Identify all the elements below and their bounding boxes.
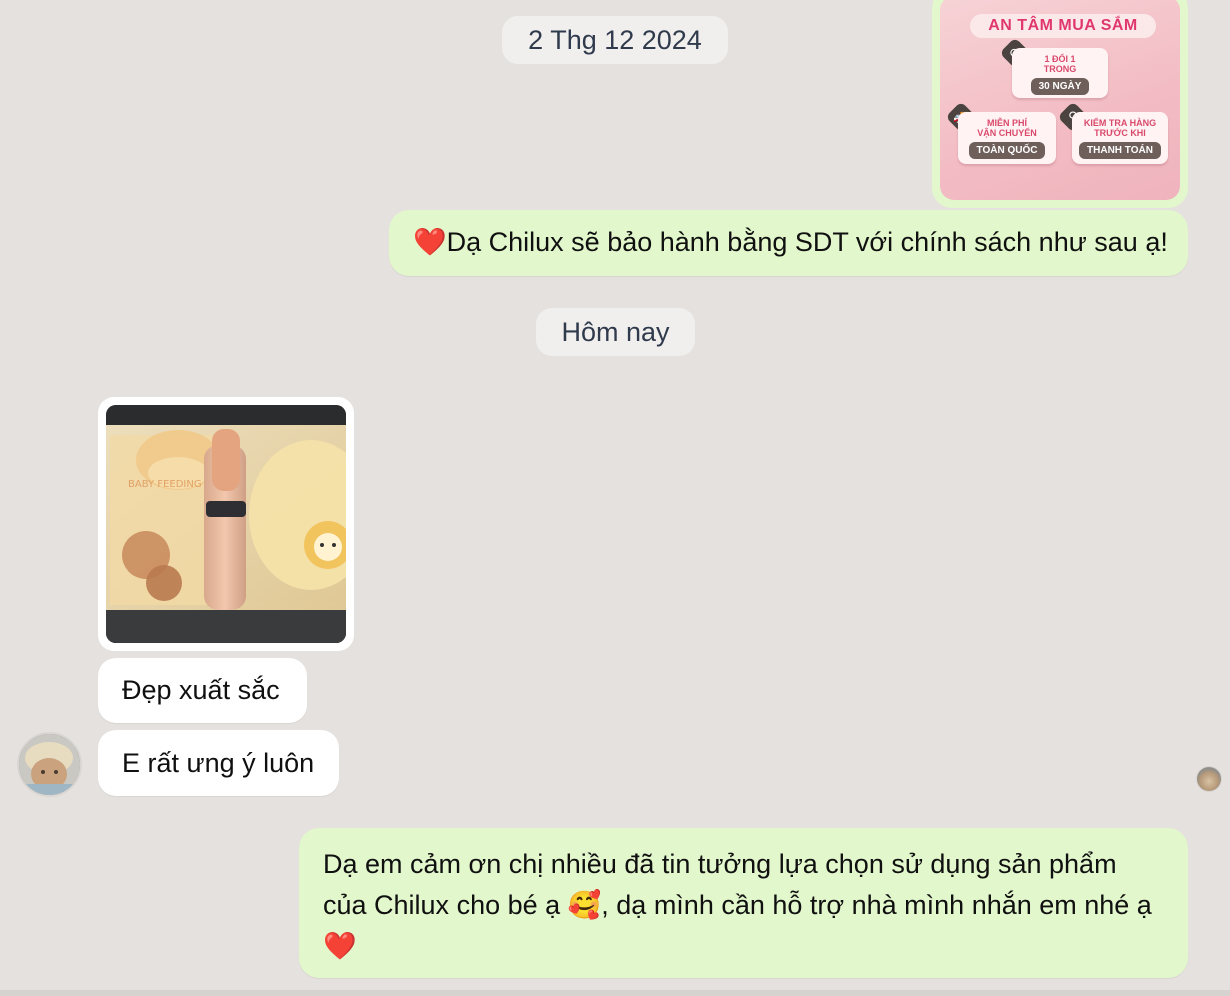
product-photo-image: BABY FEEDING (106, 405, 346, 643)
promo-inspect-box: KIỂM TRA HÀNG TRƯỚC KHI THANH TOÁN (1072, 112, 1168, 164)
promo-title: AN TÂM MUA SẮM (970, 14, 1156, 38)
incoming-photo-message[interactable]: BABY FEEDING (98, 397, 354, 651)
bottom-edge (0, 990, 1230, 996)
promo-inspect-mid: TRƯỚC KHI (1094, 128, 1146, 138)
outgoing-message[interactable]: Dạ em cảm ơn chị nhiều đã tin tưởng lựa … (299, 828, 1188, 978)
date-separator: 2 Thg 12 2024 (502, 16, 728, 64)
promo-shipping-top: MIỄN PHÍ (986, 118, 1027, 128)
chat-conversation: AN TÂM MUA SẮM ⟳ 1 ĐỔI 1 TRONG 30 NGÀY 🚚… (0, 0, 1230, 996)
promo-inspect-top: KIỂM TRA HÀNG (1083, 118, 1157, 128)
message-text-line2: của Chilux cho bé ạ (323, 890, 568, 920)
promo-exchange-top: 1 ĐỔI 1 (1044, 54, 1076, 64)
promo-shipping-mid: VẬN CHUYỂN (977, 128, 1037, 138)
contact-avatar[interactable] (17, 732, 82, 797)
product-photo: BABY FEEDING (106, 405, 346, 643)
promo-exchange-tag: 30 NGÀY (1030, 78, 1090, 95)
heart-icon: ❤️ (323, 931, 357, 961)
seen-avatar (1196, 766, 1222, 792)
message-text-line2-end: , dạ mình cần hỗ trợ nhà mình nhắn em nh… (601, 890, 1152, 920)
message-text: Đẹp xuất sắc (122, 675, 280, 705)
message-text: E rất ưng ý luôn (122, 747, 315, 778)
promo-exchange-box: 1 ĐỔI 1 TRONG 30 NGÀY (1012, 48, 1108, 98)
promo-inspect-tag: THANH TOÁN (1079, 142, 1161, 159)
promo-shipping-box: MIỄN PHÍ VẬN CHUYỂN TOÀN QUỐC (958, 112, 1056, 164)
heart-icon: ❤️ (413, 227, 447, 257)
promo-image: AN TÂM MUA SẮM ⟳ 1 ĐỔI 1 TRONG 30 NGÀY 🚚… (940, 0, 1180, 200)
incoming-message[interactable]: Đẹp xuất sắc (98, 658, 307, 723)
message-text: Dạ Chilux sẽ bảo hành bằng SDT với chính… (446, 227, 1168, 257)
promo-exchange-mid: TRONG (1043, 64, 1077, 74)
svg-text:BABY FEEDING: BABY FEEDING (128, 479, 202, 490)
outgoing-message[interactable]: ❤️Dạ Chilux sẽ bảo hành bằng SDT với chí… (389, 210, 1188, 276)
avatar-image (19, 734, 80, 795)
promo-image-message[interactable]: AN TÂM MUA SẮM ⟳ 1 ĐỔI 1 TRONG 30 NGÀY 🚚… (932, 0, 1188, 208)
date-separator-today: Hôm nay (536, 308, 695, 356)
promo-shipping-tag: TOÀN QUỐC (968, 142, 1046, 159)
incoming-message[interactable]: E rất ưng ý luôn (98, 730, 339, 796)
smiling-face-with-hearts-icon: 🥰 (567, 890, 602, 920)
message-text-line1: Dạ em cảm ơn chị nhiều đã tin tưởng lựa … (323, 849, 1117, 879)
